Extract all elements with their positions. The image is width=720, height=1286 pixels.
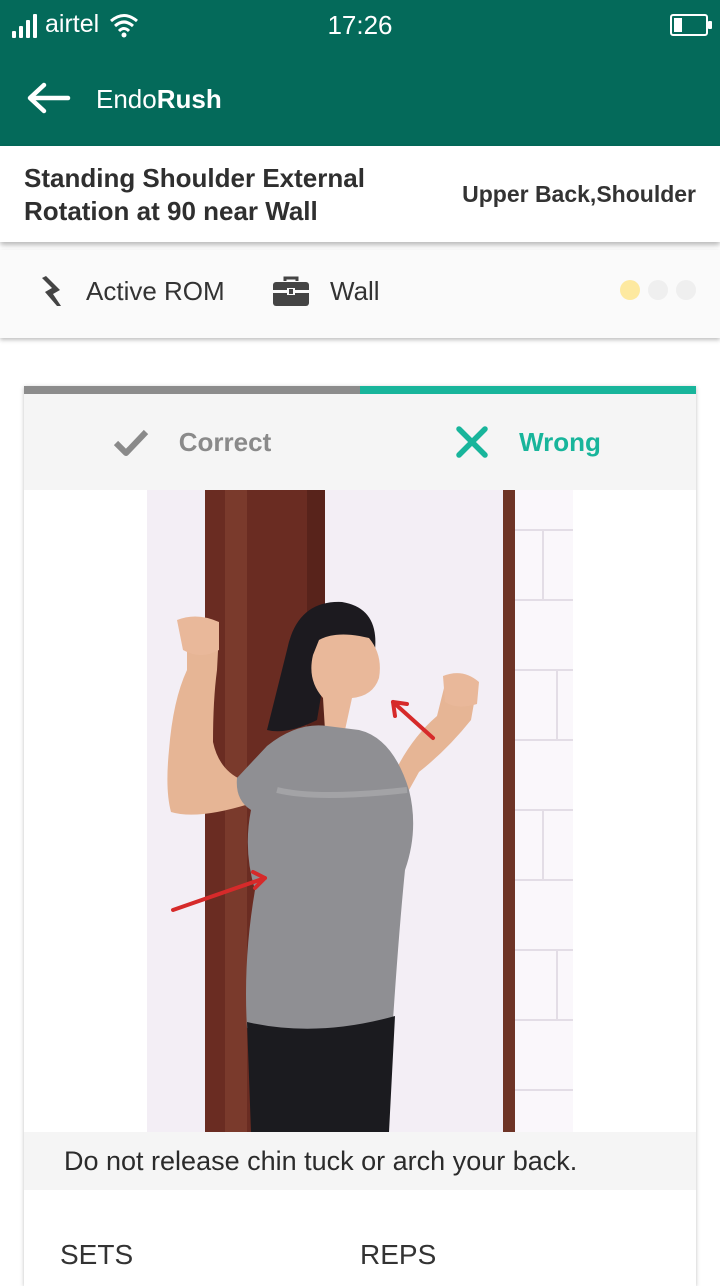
tab-correct-indicator xyxy=(24,386,360,394)
correct-wrong-tabs: Correct Wrong xyxy=(24,386,696,490)
page-dot-2[interactable] xyxy=(648,280,668,300)
exercise-photo xyxy=(147,490,573,1132)
instruction-caption: Do not release chin tuck or arch your ba… xyxy=(24,1132,696,1190)
clock: 17:26 xyxy=(327,10,393,40)
exercise-info-card: Active ROM Wall xyxy=(0,250,720,338)
exercise-detail-card: Correct Wrong Do not release chin tuck o… xyxy=(24,386,696,1286)
exercise-type-label: Active ROM xyxy=(86,276,225,306)
x-icon xyxy=(456,426,488,458)
exercise-body-area: Upper Back,Shoulder xyxy=(462,181,696,207)
check-icon xyxy=(113,429,148,456)
lightning-icon xyxy=(42,276,61,306)
exercise-name: Standing Shoulder External Rotation at 9… xyxy=(24,163,365,226)
instruction-text: Do not release chin tuck or arch your ba… xyxy=(64,1146,578,1176)
tab-correct-label: Correct xyxy=(178,426,272,457)
page-indicator xyxy=(620,280,696,300)
tab-wrong-indicator xyxy=(360,386,696,394)
exercise-equipment: Wall xyxy=(272,274,380,308)
tab-wrong[interactable]: Wrong xyxy=(360,386,696,490)
battery-icon xyxy=(670,14,712,36)
app-bar: EndoRush xyxy=(0,52,720,146)
exercise-equipment-label: Wall xyxy=(330,276,380,306)
app-title-bold: Rush xyxy=(156,84,222,114)
exercise-type: Active ROM xyxy=(40,274,225,308)
exercise-header-card: Standing Shoulder External Rotation at 9… xyxy=(0,146,720,242)
toolbox-icon xyxy=(273,276,309,306)
app-title-regular: Endo xyxy=(96,84,157,114)
page-dot-3[interactable] xyxy=(676,280,696,300)
page-dot-1[interactable] xyxy=(620,280,640,300)
reps-label: REPS xyxy=(360,1239,437,1270)
tab-correct[interactable]: Correct xyxy=(24,386,360,490)
sets-label: SETS xyxy=(60,1239,134,1270)
app-title: EndoRush xyxy=(96,82,222,116)
status-bar: airtel 17:26 xyxy=(0,0,720,52)
back-arrow-icon[interactable] xyxy=(24,80,72,116)
tab-wrong-label: Wrong xyxy=(519,426,601,457)
